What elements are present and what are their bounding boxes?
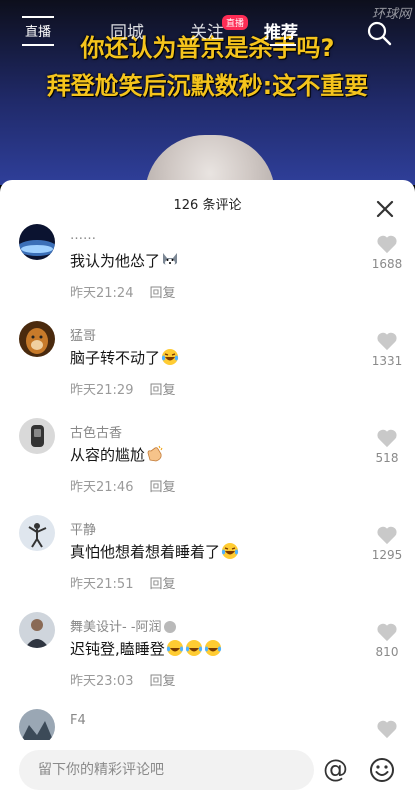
- laugh-cry-emoji-icon: [185, 639, 203, 657]
- comment-username[interactable]: F4: [70, 713, 86, 728]
- comment-item: 古色古香 从容的尴尬 昨天21:46 回复 518: [0, 418, 415, 515]
- emoji-picker-icon[interactable]: [368, 756, 396, 788]
- comment-input-bar: @: [0, 740, 415, 800]
- avatar[interactable]: [19, 515, 55, 551]
- heart-icon: [377, 429, 397, 448]
- heart-icon: [377, 720, 397, 739]
- comment-item: 平静 真怕他想着想着睡着了 昨天21:51 回复 1295: [0, 515, 415, 612]
- like-count: 1688: [371, 257, 403, 271]
- comment-time: 昨天23:03: [70, 674, 134, 689]
- like-button[interactable]: 1295: [370, 525, 404, 562]
- comment-meta: 昨天21:46 回复: [70, 476, 175, 495]
- avatar[interactable]: [19, 418, 55, 454]
- comment-item: 舞美设计- -阿润 迟钝登,瞌睡登 昨天23:03 回复 810: [0, 612, 415, 709]
- heart-icon: [377, 526, 397, 545]
- comments-count-title: 126 条评论: [173, 198, 242, 213]
- like-count: 518: [375, 451, 399, 465]
- comment-text: 迟钝登,瞌睡登: [70, 638, 222, 659]
- speaker-head-image: [145, 135, 275, 185]
- top-nav: 直播 同城 关注 直播 推荐: [0, 0, 415, 60]
- laugh-cry-emoji-icon: [221, 542, 239, 560]
- comment-meta: 昨天23:03 回复: [70, 670, 175, 689]
- comment-text: 我认为他怂了: [70, 250, 179, 271]
- comment-time: 昨天21:51: [70, 577, 134, 592]
- comment-input[interactable]: [19, 750, 314, 790]
- reply-button[interactable]: 回复: [149, 674, 175, 689]
- husky-emoji-icon: [161, 251, 179, 269]
- search-icon[interactable]: [366, 20, 392, 46]
- tab-follow[interactable]: 关注: [190, 18, 224, 43]
- laugh-cry-emoji-icon: [204, 639, 222, 657]
- comment-meta: 昨天21:29 回复: [70, 379, 175, 398]
- comments-sheet: 126 条评论 …… 我认为他怂了 昨天21:24 回复 1688 猛哥 脑子转不…: [0, 180, 415, 800]
- like-count: 810: [375, 645, 399, 659]
- comment-item: 猛哥 脑子转不动了 昨天21:29 回复 1331: [0, 321, 415, 418]
- silver-emoji-icon: [163, 620, 177, 634]
- video-caption-line2: 拜登尬笑后沉默数秒:这不重要: [46, 72, 369, 100]
- tab-recommend[interactable]: 推荐: [264, 18, 298, 43]
- comment-time: 昨天21:46: [70, 480, 134, 495]
- like-count: 1331: [371, 354, 403, 368]
- close-icon[interactable]: [372, 196, 398, 222]
- heart-icon: [377, 623, 397, 642]
- reply-button[interactable]: 回复: [149, 577, 175, 592]
- like-button[interactable]: 810: [370, 622, 404, 659]
- like-button[interactable]: 1688: [370, 234, 404, 271]
- live-button[interactable]: 直播: [22, 16, 54, 46]
- heart-icon: [377, 235, 397, 254]
- laugh-cry-emoji-icon: [161, 348, 179, 366]
- like-button[interactable]: 518: [370, 428, 404, 465]
- comment-username[interactable]: 猛哥: [70, 325, 96, 344]
- laugh-cry-emoji-icon: [166, 639, 184, 657]
- comment-meta: 昨天21:24 回复: [70, 282, 175, 301]
- comment-time: 昨天21:24: [70, 286, 134, 301]
- comment-username[interactable]: 平静: [70, 519, 96, 538]
- comment-time: 昨天21:29: [70, 383, 134, 398]
- comment-text: 脑子转不动了: [70, 347, 179, 368]
- comment-meta: 昨天21:51 回复: [70, 573, 175, 592]
- comment-item: …… 我认为他怂了 昨天21:24 回复 1688: [0, 224, 415, 321]
- active-tab-indicator: [270, 44, 296, 46]
- comment-username[interactable]: ……: [70, 228, 96, 243]
- like-button[interactable]: [370, 719, 404, 739]
- comment-username[interactable]: 古色古香: [70, 422, 122, 441]
- tab-local[interactable]: 同城: [110, 18, 144, 43]
- like-button[interactable]: 1331: [370, 331, 404, 368]
- avatar[interactable]: [19, 224, 55, 260]
- reply-button[interactable]: 回复: [149, 286, 175, 301]
- heart-icon: [377, 332, 397, 351]
- at-mention-button[interactable]: @: [323, 754, 348, 783]
- comment-text: 从容的尴尬: [70, 444, 164, 465]
- comment-text: 真怕他想着想着睡着了: [70, 541, 239, 562]
- avatar[interactable]: [19, 321, 55, 357]
- like-count: 1295: [371, 548, 403, 562]
- avatar[interactable]: [19, 612, 55, 648]
- reply-button[interactable]: 回复: [149, 480, 175, 495]
- reply-button[interactable]: 回复: [149, 383, 175, 398]
- live-badge: 直播: [222, 15, 249, 30]
- comment-username[interactable]: 舞美设计- -阿润: [70, 616, 177, 635]
- clap-emoji-icon: [146, 445, 164, 463]
